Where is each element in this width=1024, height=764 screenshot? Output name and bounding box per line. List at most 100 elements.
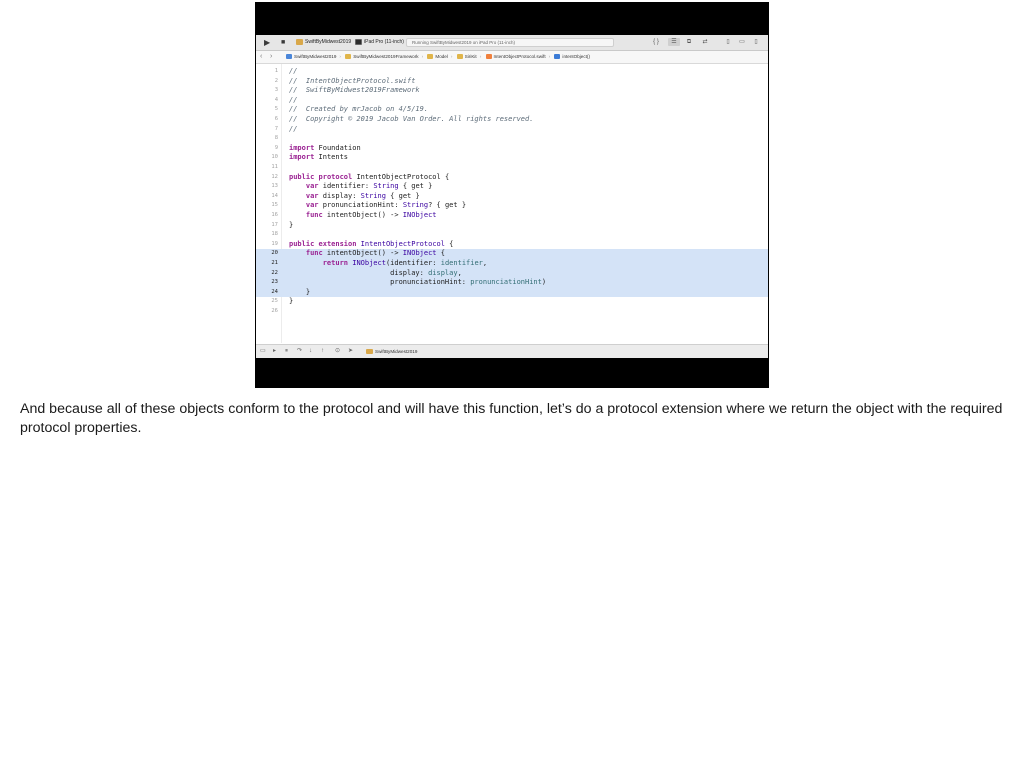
breadcrumb: SwiftByMidwest2019 › SwiftByMidwest2019Fr… [286, 51, 593, 63]
app-icon [366, 349, 373, 355]
code-line[interactable]: 13 var identifier: String { get } [256, 182, 768, 192]
step-into-icon[interactable]: ↓ [309, 345, 312, 358]
code-line[interactable]: 11 [256, 163, 768, 173]
step-over-icon[interactable]: ↷ [297, 345, 302, 358]
code-line[interactable]: 26 [256, 307, 768, 317]
code-line[interactable]: 10 import Intents [256, 153, 768, 163]
location-icon[interactable]: ➤ [348, 345, 353, 358]
line-code: func intentObject() -> INObject [305, 211, 437, 219]
line-number: 22 [271, 269, 278, 276]
breadcrumb-model[interactable]: Model [427, 51, 448, 63]
code-line[interactable]: 19 public extension IntentObjectProtocol … [256, 240, 768, 250]
line-code: import Foundation [289, 143, 361, 152]
code-line[interactable]: 18 [256, 230, 768, 240]
scheme-selector[interactable]: SwiftByMidwest2019 [296, 38, 351, 47]
line-number: 21 [271, 260, 278, 266]
line-number: 19 [271, 240, 278, 247]
code-line[interactable]: 17} [256, 221, 768, 231]
source-editor[interactable]: 1 // 2 // IntentObjectProtocol.swift 3 // Swi… [256, 64, 768, 343]
view-hierarchy-icon[interactable]: ⊙ [335, 345, 340, 358]
code-line[interactable]: 16 func intentObject() -> INObject [256, 211, 768, 221]
pause-icon[interactable]: ⏸ [285, 345, 288, 358]
swift-file-icon [485, 54, 492, 60]
debug-toggle-icon[interactable]: ▭ [737, 38, 747, 46]
line-code: // Created by mrJacob on 4/5/19. [289, 105, 429, 114]
code-line[interactable]: 20 func intentObject() -> INObject { [256, 249, 768, 259]
line-code: } [289, 287, 311, 296]
line-code: // [289, 124, 298, 133]
library-icon[interactable]: { } [651, 38, 661, 46]
activity-status: Running SwiftByMidwest2019 on iPad Pro (… [406, 38, 614, 47]
folder-icon [456, 54, 463, 60]
code-line[interactable]: 22 display: display, [256, 268, 768, 279]
slide-screenshot: ▶ ■ SwiftByMidwest2019 iPad Pro (11-inch… [255, 2, 769, 388]
code-line[interactable]: 9 import Foundation [256, 144, 768, 154]
code-line[interactable]: 23 pronunciationHint: pronunciationHint) [256, 278, 768, 288]
code-line[interactable]: 5 // Created by mrJacob on 4/5/19. [256, 105, 768, 115]
code-line[interactable]: 6 // Copyright © 2019 Jacob Van Order. Al… [256, 115, 768, 125]
breadcrumb-project[interactable]: SwiftByMidwest2019 [286, 51, 336, 63]
code-line[interactable]: 24 } [256, 287, 768, 298]
breakpoint-icon[interactable]: ▸ [273, 345, 276, 358]
code-line[interactable]: 14 var display: String { get } [256, 192, 768, 202]
line-number: 11 [271, 164, 278, 170]
step-out-icon[interactable]: ↑ [321, 345, 324, 358]
breadcrumb-sirikit[interactable]: SiriKit [456, 51, 477, 63]
line-code: // SwiftByMidwest2019Framework [289, 86, 420, 95]
forward-chevron-icon[interactable]: › [270, 51, 272, 63]
line-code: pronunciationHint: pronunciationHint) [289, 278, 547, 287]
line-number: 20 [271, 250, 278, 257]
assistant-editor-icon[interactable]: ⧉ [684, 38, 694, 46]
code-line[interactable]: 1 // [256, 67, 768, 77]
code-line[interactable]: 15 var pronunciationHint: String? { get … [256, 201, 768, 211]
line-code: // [289, 67, 298, 75]
app-icon [296, 38, 303, 45]
code-line[interactable]: 2 // IntentObjectProtocol.swift [256, 77, 768, 87]
navigator-toggle-icon[interactable]: ▯ [723, 38, 733, 46]
line-number: 6 [274, 116, 278, 122]
inspector-toggle-icon[interactable]: ▯ [751, 38, 761, 46]
line-code: return INObject(identifier: identifier, [322, 259, 488, 267]
ipad-icon [355, 38, 362, 45]
line-code: } [289, 220, 294, 229]
line-code: display: display, [289, 268, 462, 277]
breadcrumb-framework[interactable]: SwiftByMidwest2019Framework [345, 51, 419, 63]
code-line[interactable]: 4 // [256, 96, 768, 106]
xcode-window: ▶ ■ SwiftByMidwest2019 iPad Pro (11-inch… [256, 35, 768, 358]
device-selector[interactable]: iPad Pro (11-inch) [355, 38, 404, 47]
xcode-toolbar: ▶ ■ SwiftByMidwest2019 iPad Pro (11-inch… [256, 35, 768, 51]
code-line[interactable]: 3 // SwiftByMidwest2019Framework [256, 86, 768, 96]
stop-icon[interactable]: ■ [281, 38, 285, 47]
standard-editor-icon[interactable]: ☰ [668, 38, 680, 46]
code-line[interactable]: 21 return INObject(identifier: identifie… [256, 259, 768, 269]
line-number: 3 [274, 87, 278, 94]
line-code: import Intents [289, 153, 349, 162]
play-icon[interactable]: ▶ [264, 38, 270, 47]
code-line[interactable]: 12 public protocol IntentObjectProtocol { [256, 173, 768, 183]
back-chevron-icon[interactable]: ‹ [260, 51, 262, 63]
jump-bar: ‹ › SwiftByMidwest2019 › SwiftByMidwest20… [256, 51, 768, 64]
line-code: public protocol IntentObjectProtocol { [289, 172, 450, 181]
line-number: 17 [271, 221, 278, 228]
breadcrumb-file[interactable]: IntentObjectProtocol.swift [485, 51, 546, 63]
line-number: 26 [271, 308, 278, 314]
line-code: // Copyright © 2019 Jacob Van Order. All… [289, 115, 534, 123]
line-number: 18 [271, 231, 278, 238]
line-number: 16 [271, 212, 278, 218]
debug-target[interactable]: SwiftByMidwest2019 [366, 345, 417, 358]
line-code: // IntentObjectProtocol.swift [289, 76, 416, 85]
hide-debug-icon[interactable]: ▭ [260, 345, 266, 358]
line-code: func intentObject() -> INObject { [305, 249, 445, 258]
breadcrumb-method[interactable]: intentObject() [554, 51, 590, 63]
folder-icon [427, 54, 434, 60]
code-line[interactable]: 25} [256, 297, 768, 307]
line-code: var display: String { get } [305, 191, 420, 200]
version-editor-icon[interactable]: ⇄ [699, 38, 711, 46]
project-icon [286, 54, 292, 60]
code-line[interactable]: 7 // [256, 125, 768, 135]
code-line[interactable]: 8 [256, 134, 768, 144]
line-number: 23 [271, 279, 278, 286]
line-number: 10 [271, 154, 278, 161]
slide-caption: And because all of these objects conform… [20, 401, 1003, 436]
line-number: 9 [274, 144, 278, 151]
